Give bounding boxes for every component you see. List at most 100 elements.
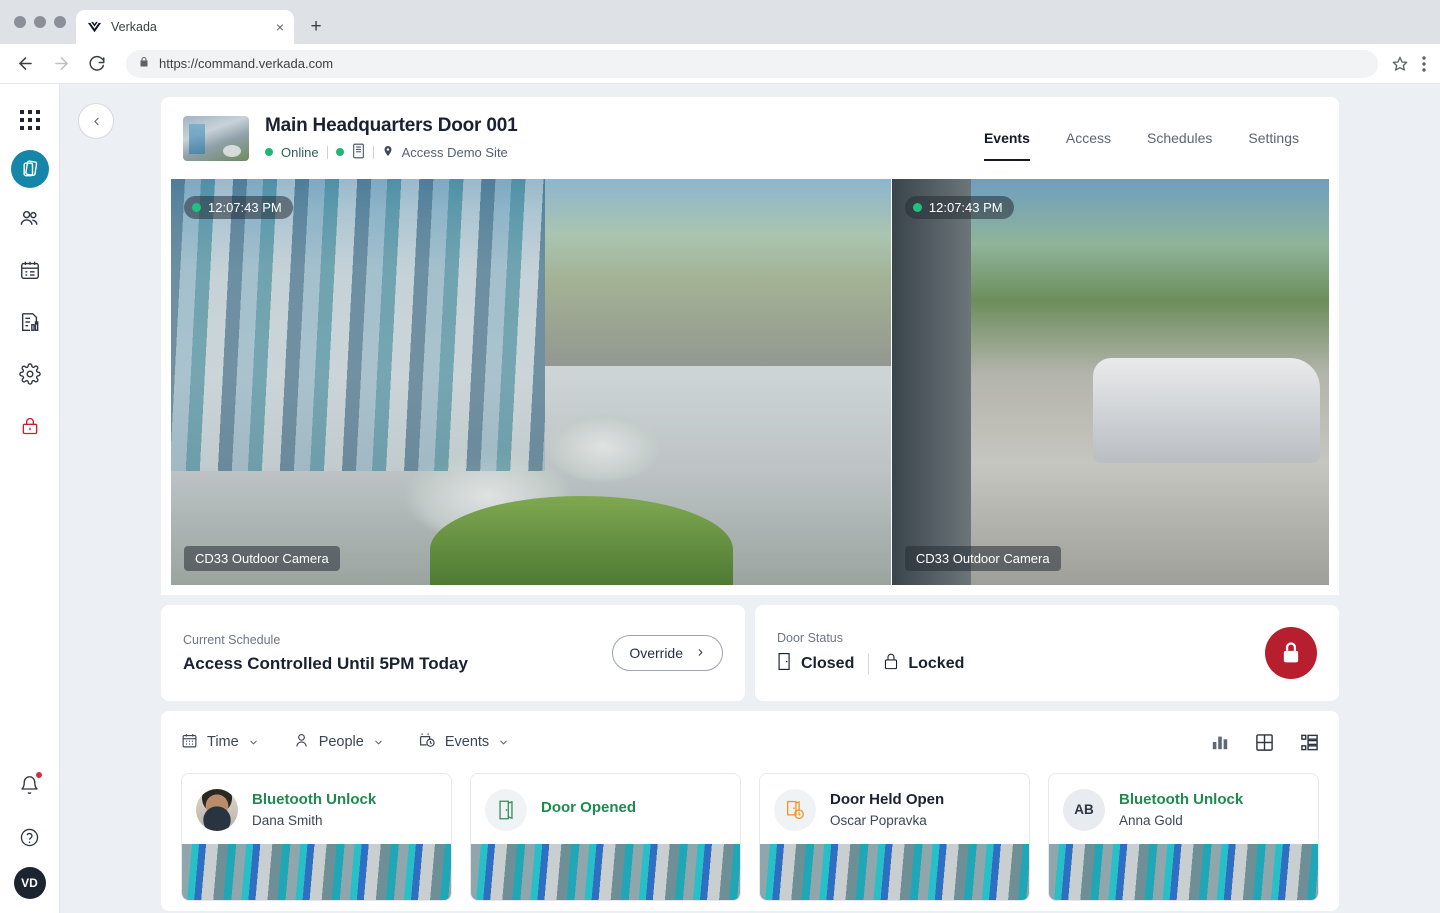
window-controls[interactable] bbox=[12, 0, 76, 44]
filter-time[interactable]: Time bbox=[181, 732, 259, 753]
event-card[interactable]: Door Held Open Oscar Popravka bbox=[759, 773, 1030, 901]
list-icon[interactable] bbox=[1300, 733, 1319, 752]
schedule-value: Access Controlled Until 5PM Today bbox=[183, 654, 468, 674]
site-name: Access Demo Site bbox=[402, 145, 508, 160]
person-icon bbox=[293, 732, 310, 753]
door-thumbnail bbox=[183, 116, 249, 161]
door-meta: Online Access Demo Site bbox=[265, 143, 517, 162]
collapse-back-button[interactable] bbox=[78, 103, 114, 139]
calendar-icon bbox=[181, 732, 198, 753]
door-header: Main Headquarters Door 001 Online bbox=[161, 97, 1339, 179]
event-thumbnail bbox=[182, 844, 451, 900]
online-status-dot bbox=[265, 148, 273, 156]
chevron-right-icon bbox=[695, 645, 706, 661]
camera-label-primary: CD33 Outdoor Camera bbox=[184, 546, 340, 571]
door-status-card: Door Status Closed bbox=[755, 605, 1339, 701]
camera-feed-primary[interactable]: 12:07:43 PM CD33 Outdoor Camera bbox=[171, 179, 891, 585]
tab-settings[interactable]: Settings bbox=[1230, 97, 1317, 179]
event-thumbnail bbox=[1049, 844, 1318, 900]
door-status-label: Door Status bbox=[777, 631, 964, 645]
primary-sidebar: VD bbox=[0, 84, 60, 913]
filter-people[interactable]: People bbox=[293, 732, 384, 753]
notification-badge bbox=[35, 771, 43, 779]
new-tab-button[interactable]: + bbox=[302, 13, 330, 41]
chevron-down-icon-3 bbox=[498, 737, 509, 748]
live-indicator-dot-2 bbox=[913, 203, 922, 212]
browser-toolbar: https://command.verkada.com bbox=[0, 44, 1440, 84]
tab-access[interactable]: Access bbox=[1048, 97, 1129, 179]
filter-time-label: Time bbox=[207, 734, 239, 750]
door-closed-icon bbox=[777, 652, 792, 676]
timestamp-text-secondary: 12:07:43 PM bbox=[929, 200, 1003, 215]
override-label: Override bbox=[629, 645, 683, 661]
chevron-down-icon-2 bbox=[373, 737, 384, 748]
event-person: Dana Smith bbox=[252, 813, 376, 828]
minimize-window-dot[interactable] bbox=[34, 16, 46, 28]
camera-image-secondary bbox=[892, 179, 1329, 585]
browser-window: Verkada × + https://command.verkada.com bbox=[0, 0, 1440, 913]
sidebar-item-door-lock[interactable] bbox=[8, 404, 52, 448]
event-thumbnail bbox=[760, 844, 1029, 900]
help-icon[interactable] bbox=[8, 815, 52, 859]
url-text: https://command.verkada.com bbox=[159, 56, 333, 71]
timestamp-badge-primary: 12:07:43 PM bbox=[184, 196, 293, 219]
sidebar-item-people[interactable] bbox=[8, 196, 52, 240]
event-card[interactable]: AB Bluetooth Unlock Anna Gold bbox=[1048, 773, 1319, 901]
event-thumbnail bbox=[471, 844, 740, 900]
door-controller-icon bbox=[352, 143, 365, 162]
close-tab-icon[interactable]: × bbox=[276, 20, 284, 34]
bookmark-star-icon[interactable] bbox=[1392, 56, 1408, 72]
event-avatar-initials: AB bbox=[1063, 789, 1105, 831]
live-indicator-dot bbox=[192, 203, 201, 212]
event-title: Door Held Open bbox=[830, 791, 944, 810]
maximize-window-dot[interactable] bbox=[54, 16, 66, 28]
browser-tab-strip: Verkada × + bbox=[0, 0, 1440, 44]
view-toggle-group bbox=[1211, 733, 1319, 752]
status-divider bbox=[868, 653, 869, 675]
door-state-text: Closed bbox=[801, 655, 854, 673]
sidebar-item-settings[interactable] bbox=[8, 352, 52, 396]
verkada-check-icon bbox=[86, 19, 102, 35]
lock-door-button[interactable] bbox=[1265, 627, 1317, 679]
notifications-bell-icon[interactable] bbox=[8, 763, 52, 807]
close-window-dot[interactable] bbox=[14, 16, 26, 28]
location-pin-icon bbox=[382, 144, 394, 161]
forward-navigation-icon bbox=[50, 53, 72, 75]
door-controller-status-dot bbox=[336, 148, 344, 156]
door-held-open-icon bbox=[774, 789, 816, 831]
override-button[interactable]: Override bbox=[612, 635, 723, 671]
camera-feed-secondary[interactable]: 12:07:43 PM CD33 Outdoor Camera bbox=[892, 179, 1329, 585]
sidebar-item-access-cards[interactable] bbox=[11, 150, 49, 188]
filter-events-label: Events bbox=[445, 734, 489, 750]
door-open-icon bbox=[485, 789, 527, 831]
apps-grid-icon[interactable] bbox=[8, 98, 52, 142]
event-title: Door Opened bbox=[541, 799, 636, 818]
lock-state: Locked bbox=[883, 652, 964, 676]
padlock-icon bbox=[883, 652, 899, 676]
content-area: Main Headquarters Door 001 Online bbox=[60, 84, 1440, 913]
tab-events[interactable]: Events bbox=[966, 97, 1048, 179]
events-panel: Time People bbox=[161, 711, 1339, 911]
chevron-down-icon bbox=[248, 737, 259, 748]
timestamp-badge-secondary: 12:07:43 PM bbox=[905, 196, 1014, 219]
back-navigation-icon[interactable] bbox=[14, 53, 36, 75]
browser-tab[interactable]: Verkada × bbox=[76, 10, 294, 44]
event-clock-icon bbox=[418, 731, 436, 753]
user-avatar[interactable]: VD bbox=[14, 867, 46, 899]
sidebar-item-calendar[interactable] bbox=[8, 248, 52, 292]
reload-icon[interactable] bbox=[86, 53, 108, 75]
door-tabs: Events Access Schedules Settings bbox=[966, 97, 1317, 179]
address-bar[interactable]: https://command.verkada.com bbox=[126, 50, 1378, 78]
event-avatar-photo bbox=[196, 789, 238, 831]
camera-feeds: 12:07:43 PM CD33 Outdoor Camera 12:07:43… bbox=[161, 179, 1339, 595]
grid-icon[interactable] bbox=[1255, 733, 1274, 752]
meta-divider bbox=[327, 146, 328, 159]
browser-menu-icon[interactable] bbox=[1422, 56, 1426, 72]
event-card[interactable]: Bluetooth Unlock Dana Smith bbox=[181, 773, 452, 901]
bar-chart-icon[interactable] bbox=[1211, 733, 1229, 751]
filter-events[interactable]: Events bbox=[418, 731, 509, 753]
sidebar-item-reports[interactable] bbox=[8, 300, 52, 344]
filter-people-label: People bbox=[319, 734, 364, 750]
event-card[interactable]: Door Opened bbox=[470, 773, 741, 901]
tab-schedules[interactable]: Schedules bbox=[1129, 97, 1230, 179]
